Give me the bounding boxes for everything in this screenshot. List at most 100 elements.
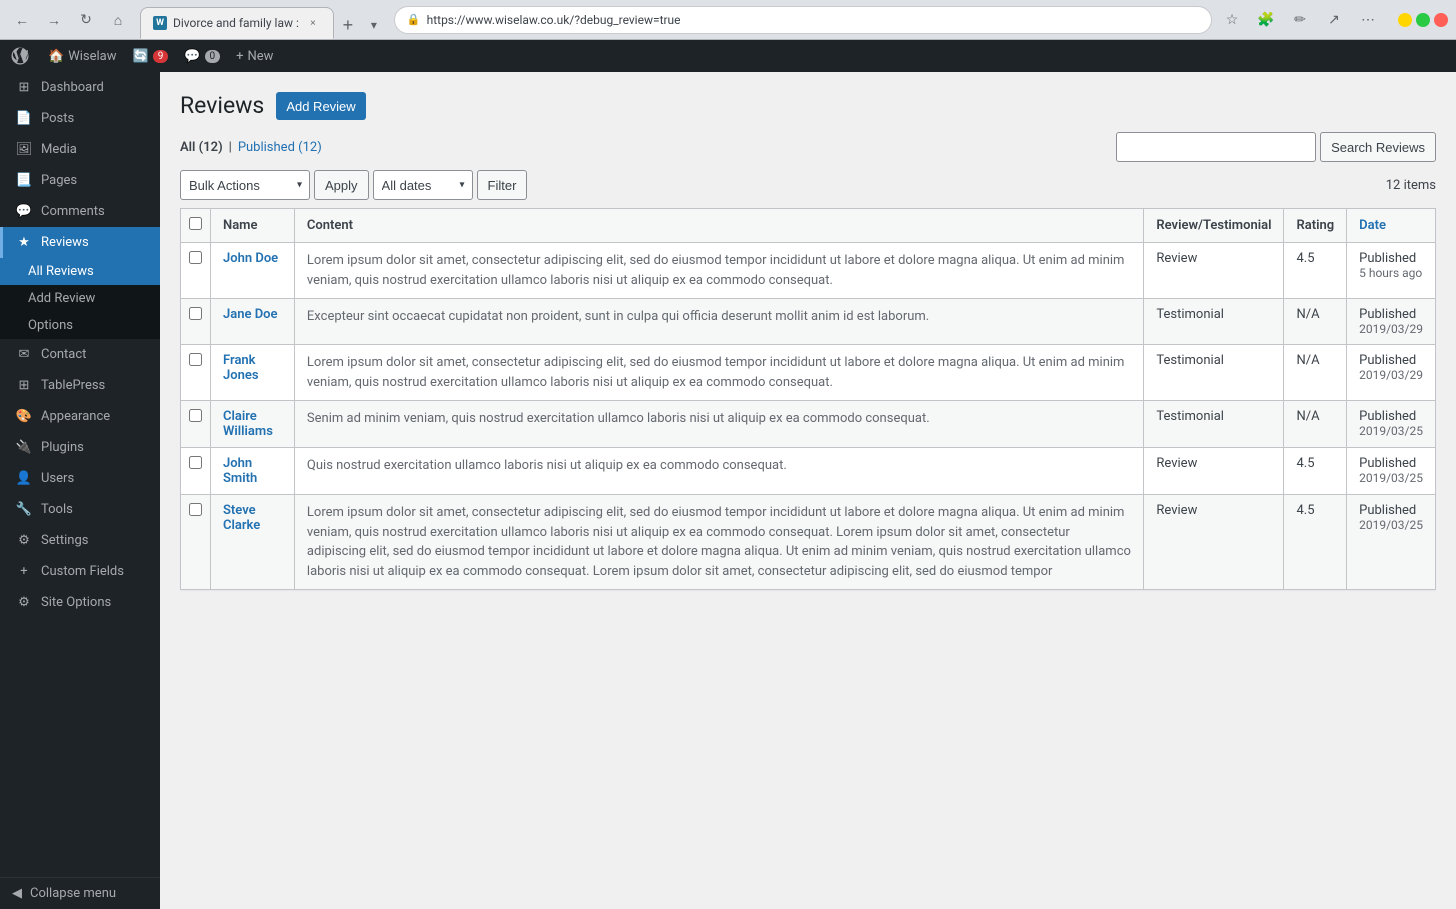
filter-button[interactable]: Filter xyxy=(477,170,528,200)
review-name-link[interactable]: Steve Clarke xyxy=(223,503,260,533)
comments-icon: 💬 xyxy=(184,49,200,64)
row-type-cell: Review xyxy=(1144,243,1284,299)
profile-button[interactable]: ✏ xyxy=(1286,6,1314,34)
row-checkbox[interactable] xyxy=(189,307,202,320)
tab-list-button[interactable]: ▾ xyxy=(362,13,386,37)
reviews-icon: ★ xyxy=(15,235,33,250)
refresh-button[interactable]: ↻ xyxy=(72,6,100,34)
search-input[interactable] xyxy=(1116,132,1316,162)
row-checkbox[interactable] xyxy=(189,353,202,366)
sidebar-item-comments[interactable]: 💬 Comments xyxy=(0,196,160,227)
sidebar-label-custom-fields: Custom Fields xyxy=(41,564,124,579)
lock-icon: 🔒 xyxy=(407,13,421,26)
date-status: Published xyxy=(1359,251,1423,266)
collapse-icon: ◀ xyxy=(12,886,22,901)
sidebar-item-users[interactable]: 👤 Users xyxy=(0,463,160,494)
row-checkbox[interactable] xyxy=(189,251,202,264)
home-button[interactable]: ⌂ xyxy=(104,6,132,34)
row-date-cell: Published2019/03/29 xyxy=(1347,345,1436,401)
sidebar-item-settings[interactable]: ⚙ Settings xyxy=(0,525,160,556)
sidebar-label-tablepress: TablePress xyxy=(41,378,105,393)
row-checkbox[interactable] xyxy=(189,409,202,422)
sidebar-item-pages[interactable]: 📃 Pages xyxy=(0,165,160,196)
site-name-item[interactable]: 🏠 Wiselaw xyxy=(40,40,125,72)
table-row: Claire Williams Senim ad minim veniam, qu… xyxy=(181,401,1436,448)
search-reviews-button[interactable]: Search Reviews xyxy=(1320,132,1436,162)
row-checkbox[interactable] xyxy=(189,503,202,516)
appearance-icon: 🎨 xyxy=(15,409,33,424)
review-name-link[interactable]: John Doe xyxy=(223,251,278,266)
maximize-button[interactable] xyxy=(1416,13,1430,27)
reviews-submenu: All Reviews Add Review Options xyxy=(0,258,160,339)
sidebar-label-tools: Tools xyxy=(41,502,73,517)
review-name-link[interactable]: Jane Doe xyxy=(223,307,278,322)
sidebar-item-dashboard[interactable]: ⊞ Dashboard xyxy=(0,72,160,103)
updates-icon: 🔄 xyxy=(133,49,149,64)
sidebar-item-tablepress[interactable]: ⊞ TablePress xyxy=(0,370,160,401)
sidebar-item-custom-fields[interactable]: + Custom Fields xyxy=(0,556,160,587)
filter-links: All (12) | Published (12) xyxy=(180,140,1116,155)
settings-icon: ⚙ xyxy=(15,533,33,548)
sidebar-item-media[interactable]: 🖼 Media xyxy=(0,134,160,165)
collapse-menu[interactable]: ◀ Collapse menu xyxy=(0,877,160,909)
date-filter-select[interactable]: All dates 2019/03 xyxy=(373,170,473,200)
minimize-button[interactable] xyxy=(1398,13,1412,27)
row-date-cell: Published5 hours ago xyxy=(1347,243,1436,299)
sidebar-item-plugins[interactable]: 🔌 Plugins xyxy=(0,432,160,463)
sidebar-label-posts: Posts xyxy=(41,111,74,126)
site-name: Wiselaw xyxy=(68,49,116,64)
wp-logo-item[interactable] xyxy=(0,40,40,72)
forward-button[interactable]: → xyxy=(40,6,68,34)
filter-published-link[interactable]: Published (12) xyxy=(238,140,322,155)
sidebar-label-plugins: Plugins xyxy=(41,440,84,455)
tab-close-button[interactable]: × xyxy=(305,15,321,31)
sidebar-item-contact[interactable]: ✉ Contact xyxy=(0,339,160,370)
col-header-rating: Rating xyxy=(1284,209,1347,243)
back-button[interactable]: ← xyxy=(8,6,36,34)
col-header-name: Name xyxy=(211,209,295,243)
date-filter-wrapper: All dates 2019/03 ▾ xyxy=(373,170,473,200)
sidebar-item-site-options[interactable]: ⚙ Site Options xyxy=(0,587,160,618)
wp-admin-layout: ⊞ Dashboard 📄 Posts 🖼 Media 📃 Pages 💬 Co… xyxy=(0,72,1456,909)
row-checkbox[interactable] xyxy=(189,456,202,469)
sidebar-item-all-reviews[interactable]: All Reviews xyxy=(0,258,160,285)
address-bar[interactable]: 🔒 https://www.wiselaw.co.uk/?debug_revie… xyxy=(394,6,1212,34)
updates-item[interactable]: 🔄 9 xyxy=(125,40,177,72)
share-button[interactable]: ↗ xyxy=(1320,6,1348,34)
sidebar-item-posts[interactable]: 📄 Posts xyxy=(0,103,160,134)
table-row: Steve ClarkeLorem ipsum dolor sit amet, … xyxy=(181,495,1436,590)
url-text: https://www.wiselaw.co.uk/?debug_review=… xyxy=(427,13,681,27)
filter-all-link[interactable]: All (12) xyxy=(180,140,223,155)
new-content-item[interactable]: + New xyxy=(228,40,281,72)
row-content-cell: Senim ad minim veniam, quis nostrud exer… xyxy=(294,401,1143,448)
row-content-cell: Excepteur sint occaecat cupidatat non pr… xyxy=(294,299,1143,345)
review-name-link[interactable]: Frank Jones xyxy=(223,353,259,383)
close-window-button[interactable] xyxy=(1434,13,1448,27)
row-rating-cell: 4.5 xyxy=(1284,448,1347,495)
sidebar-item-reviews[interactable]: ★ Reviews xyxy=(0,227,160,258)
row-type-cell: Review xyxy=(1144,448,1284,495)
extension-button[interactable]: 🧩 xyxy=(1252,6,1280,34)
comments-sidebar-icon: 💬 xyxy=(15,204,33,219)
new-tab-button[interactable]: + xyxy=(336,13,360,37)
comments-item[interactable]: 💬 0 xyxy=(176,40,228,72)
bulk-actions-select[interactable]: Bulk Actions Delete xyxy=(180,170,310,200)
wp-admin-bar: 🏠 Wiselaw 🔄 9 💬 0 + New xyxy=(0,40,1456,72)
sidebar-label-users: Users xyxy=(41,471,74,486)
row-type-cell: Review xyxy=(1144,495,1284,590)
browser-tab[interactable]: W Divorce and family law : × xyxy=(140,7,334,39)
plus-icon: + xyxy=(236,49,243,64)
sidebar-item-add-review[interactable]: Add Review xyxy=(0,285,160,312)
more-button[interactable]: ⋯ xyxy=(1354,6,1382,34)
review-name-link[interactable]: Claire Williams xyxy=(223,409,273,439)
sidebar-item-appearance[interactable]: 🎨 Appearance xyxy=(0,401,160,432)
sidebar-item-tools[interactable]: 🔧 Tools xyxy=(0,494,160,525)
home-icon: 🏠 xyxy=(48,49,64,64)
select-all-checkbox[interactable] xyxy=(189,217,202,230)
apply-button[interactable]: Apply xyxy=(314,170,369,200)
sidebar-item-options[interactable]: Options xyxy=(0,312,160,339)
add-new-button[interactable]: Add Review xyxy=(276,92,365,120)
review-name-link[interactable]: John Smith xyxy=(223,456,257,486)
table-row: John SmithQuis nostrud exercitation ulla… xyxy=(181,448,1436,495)
bookmark-button[interactable]: ☆ xyxy=(1218,6,1246,34)
